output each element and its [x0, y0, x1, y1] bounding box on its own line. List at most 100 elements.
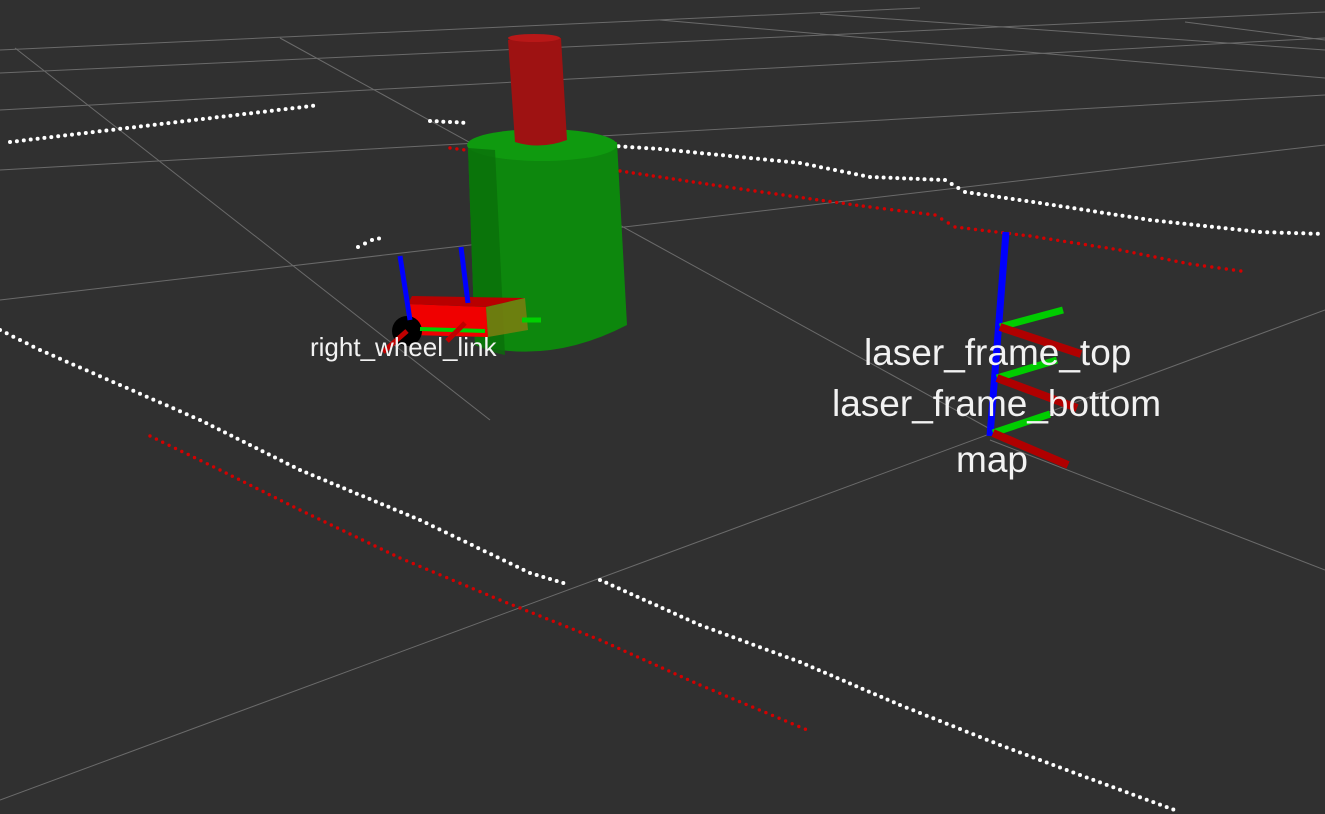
robot-mast-top: [508, 34, 560, 42]
scan-point: [298, 508, 302, 512]
scan-point: [763, 157, 767, 162]
map-axis-x: [991, 429, 1070, 469]
scan-point: [691, 620, 696, 625]
scan-point: [18, 338, 22, 342]
scan-point: [946, 221, 950, 225]
scan-point: [648, 660, 652, 665]
scan-point: [848, 202, 852, 206]
scan-point: [990, 194, 995, 198]
scan-point: [943, 178, 947, 182]
scan-point: [1134, 215, 1139, 220]
scan-point: [1044, 202, 1049, 207]
rviz-3d-viewport[interactable]: right_wheel_link laser_frame_top laser_f…: [0, 0, 1325, 814]
scan-point: [198, 418, 202, 422]
scan-point: [1028, 234, 1032, 238]
scan-point: [428, 119, 432, 123]
scan-point: [868, 175, 872, 179]
scan-point: [398, 556, 402, 560]
scan-point: [173, 446, 178, 451]
scan-point: [980, 228, 984, 232]
scan-point: [598, 638, 602, 642]
scan-point: [744, 702, 748, 707]
scan-point: [885, 697, 890, 702]
scan-point: [1195, 263, 1200, 267]
scan-point: [679, 149, 683, 154]
scan-point: [380, 502, 385, 507]
scan-point: [1014, 232, 1019, 237]
scan-point: [798, 161, 802, 165]
scan-point: [418, 564, 422, 569]
scan-point: [456, 536, 461, 541]
scan-point: [1011, 748, 1016, 752]
scan-point: [363, 241, 367, 246]
scan-point: [159, 121, 164, 126]
robot-axis-z: [397, 255, 413, 321]
scan-point: [242, 480, 247, 484]
scan-point: [629, 652, 633, 656]
scan-point: [721, 153, 725, 158]
scan-point: [841, 678, 846, 683]
scan-point: [991, 740, 996, 745]
scan-point: [342, 529, 346, 533]
scan-point: [994, 230, 998, 234]
scan-point: [1160, 256, 1164, 261]
scan-point: [310, 473, 315, 478]
scan-point: [637, 145, 642, 150]
robot-axis-z: [458, 246, 471, 304]
scan-point: [528, 571, 532, 575]
scan-point: [770, 158, 774, 163]
scan-point: [455, 147, 459, 151]
scene-canvas[interactable]: [0, 0, 1325, 814]
scan-point: [1158, 802, 1162, 807]
scan-point: [1024, 199, 1029, 203]
scan-point: [199, 459, 203, 463]
scan-point: [751, 642, 756, 647]
scan-point: [737, 699, 742, 704]
scan-point: [781, 193, 785, 197]
scan-point: [911, 210, 915, 214]
scan-point: [469, 542, 474, 547]
scan-point: [1099, 210, 1104, 215]
scan-point: [98, 374, 102, 379]
scan-point: [1175, 221, 1180, 225]
scan-point: [1239, 269, 1243, 273]
laser-tf-frames[interactable]: [986, 231, 1083, 469]
scan-point: [635, 655, 640, 659]
scan-point: [924, 713, 929, 718]
scan-point: [462, 148, 466, 152]
scan-point: [178, 409, 182, 414]
scan-point: [673, 672, 677, 676]
scan-point: [1286, 230, 1291, 235]
scan-point: [1111, 247, 1115, 251]
scan-point: [1017, 198, 1022, 202]
scan-point: [425, 567, 429, 571]
scan-point: [940, 217, 944, 221]
scan-point: [495, 555, 500, 560]
scan-point: [329, 481, 334, 486]
scan-point: [891, 700, 896, 705]
scan-point: [28, 137, 33, 142]
laser-bottom-axis-y: [995, 356, 1059, 382]
scan-point: [192, 455, 197, 460]
scan-point: [478, 589, 482, 594]
scan-point: [482, 549, 487, 554]
scan-point: [1058, 204, 1063, 209]
scan-point: [631, 171, 635, 175]
scan-point: [186, 452, 190, 457]
scan-point: [666, 608, 671, 613]
scan-point: [323, 520, 327, 524]
scan-point: [4, 331, 9, 336]
scan-point: [476, 546, 481, 551]
scan-point: [551, 619, 555, 623]
scan-point: [534, 573, 539, 577]
scan-point: [791, 160, 795, 165]
robot-mast: [508, 35, 567, 146]
scan-point: [725, 185, 729, 189]
grid-line: [0, 309, 1325, 801]
scan-point: [598, 578, 602, 582]
scan-point: [1131, 792, 1136, 797]
scan-point: [623, 649, 627, 653]
scan-point: [833, 168, 837, 172]
scan-point: [0, 328, 2, 332]
scan-point: [111, 127, 116, 132]
